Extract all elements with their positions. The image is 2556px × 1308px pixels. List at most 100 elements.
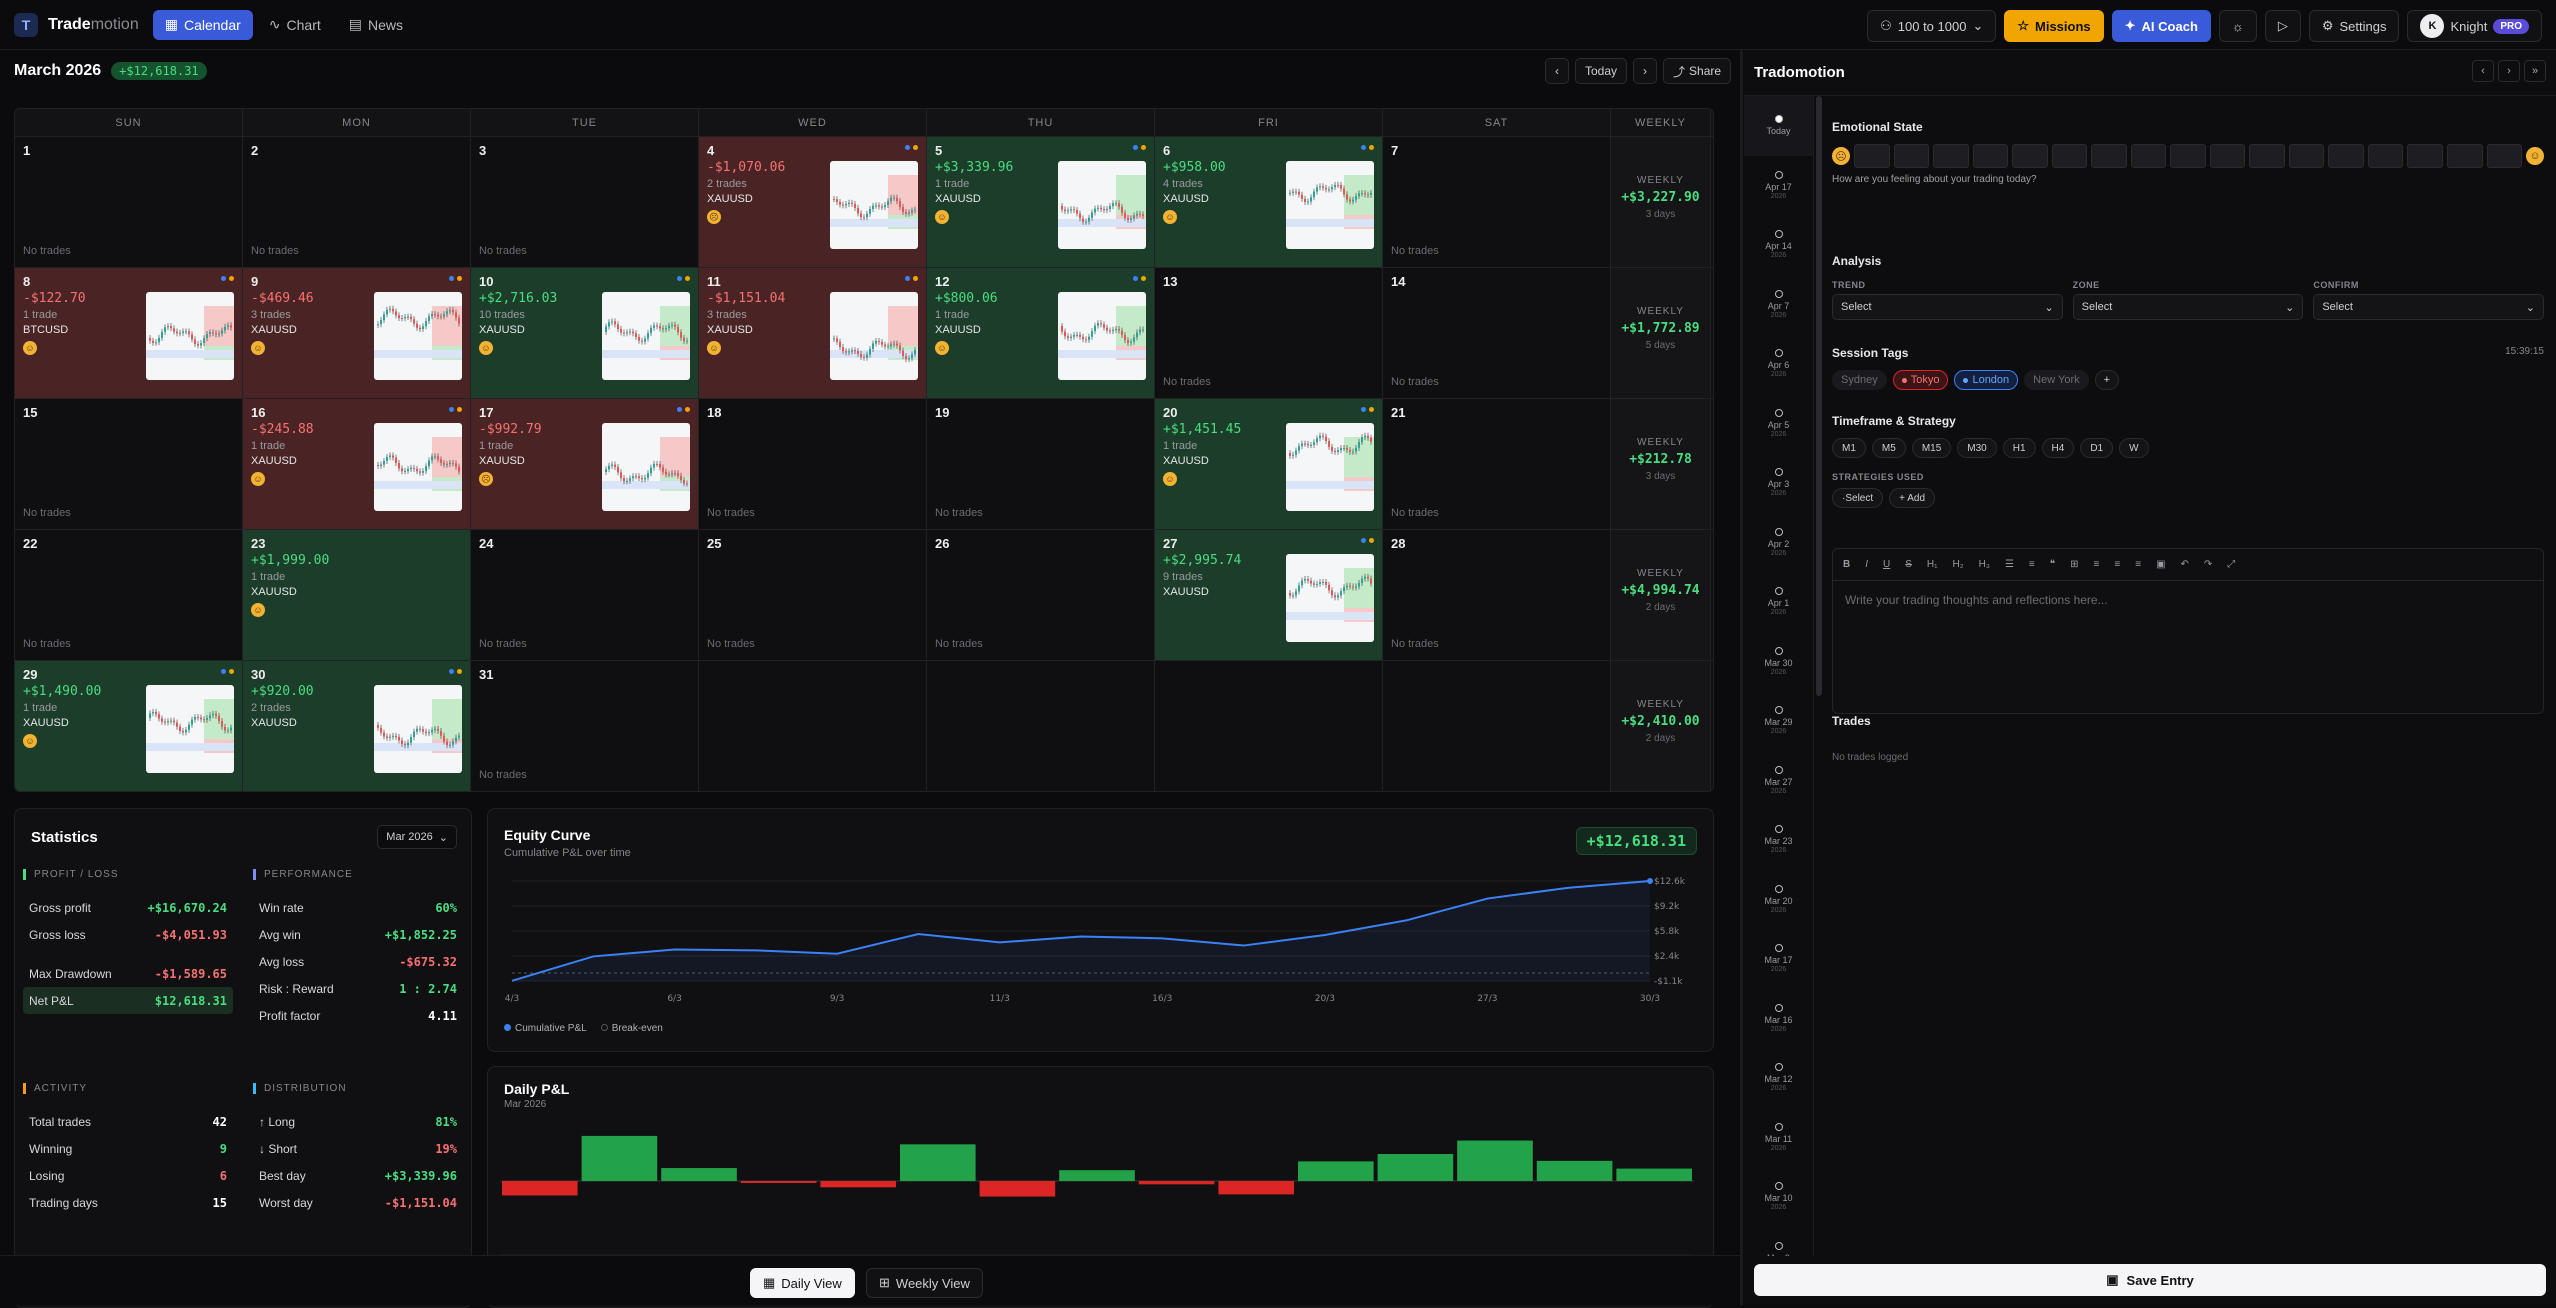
trade-thumbnail[interactable] [374, 423, 462, 511]
emotion-level[interactable] [2130, 144, 2167, 168]
add-strategy-button[interactable]: + Add [1889, 488, 1935, 508]
missions-button[interactable]: ☆ Missions [2004, 10, 2104, 42]
trade-thumbnail[interactable] [1058, 161, 1146, 249]
align-right-icon[interactable]: ≡ [2135, 559, 2141, 570]
image-icon[interactable]: ▣ [2156, 559, 2165, 570]
daily-bar[interactable] [979, 1181, 1056, 1197]
trade-thumbnail[interactable] [602, 292, 690, 380]
daily-bar[interactable] [1298, 1161, 1374, 1181]
emotion-level[interactable] [2446, 144, 2483, 168]
emotion-level[interactable] [1854, 144, 1890, 168]
weekly-summary[interactable]: WEEKLY +$2,410.00 2 days [1611, 661, 1711, 791]
heading2-icon[interactable]: H₂ [1953, 559, 1964, 570]
timeline-entry[interactable]: Apr 1 2026 [1744, 572, 1813, 632]
next-entry-button[interactable]: › [2498, 60, 2520, 82]
timeline-entry[interactable]: Mar 92026 [1744, 1227, 1813, 1256]
timeline-entry[interactable]: Apr 17 2026 [1744, 156, 1813, 216]
emotion-level[interactable] [2486, 144, 2523, 168]
timeframe-m5[interactable]: M5 [1871, 438, 1906, 458]
daily-bar[interactable] [1457, 1140, 1533, 1181]
day-cell-10[interactable]: 10 +$2,716.03 10 trades XAUUSD ☺ [471, 268, 699, 398]
day-cell-23[interactable]: 23 +$1,999.00 1 trade XAUUSD ☺ [243, 530, 471, 660]
session-tag-tokyo[interactable]: Tokyo [1892, 370, 1949, 390]
daily-bar[interactable] [740, 1181, 817, 1183]
timeline-entry[interactable]: Mar 23 2026 [1744, 810, 1813, 870]
day-cell-20[interactable]: 20 +$1,451.45 1 trade XAUUSD ☺ [1155, 399, 1383, 529]
trade-thumbnail[interactable] [146, 685, 234, 773]
day-cell-31[interactable]: 31 No trades [471, 661, 699, 791]
today-button[interactable]: Today [1575, 58, 1628, 84]
day-cell-27[interactable]: 27 +$2,995.74 9 trades XAUUSD [1155, 530, 1383, 660]
day-cell-13[interactable]: 13 No trades [1155, 268, 1383, 398]
emotion-level[interactable] [1893, 144, 1930, 168]
emotion-level[interactable] [2407, 144, 2443, 168]
timeline-entry[interactable]: Mar 10 2026 [1744, 1167, 1813, 1227]
notes-editor[interactable]: B I U S H₁ H₂ H₃ ☰ ≡ ❝ ⊞ ≡ ≡ ≡ ▣ ↶ ↷ ⤢ Write your tra… [1832, 548, 2544, 714]
daily-bar[interactable] [502, 1181, 578, 1196]
settings-button[interactable]: ⚙ Settings [2308, 10, 2400, 42]
daily-bar[interactable] [1377, 1154, 1454, 1181]
trade-thumbnail[interactable] [374, 292, 462, 380]
emotion-level[interactable] [2249, 144, 2285, 168]
day-cell-4[interactable]: 4 -$1,070.06 2 trades XAUUSD ☹ [699, 137, 927, 267]
play-button[interactable]: ▷ [2264, 10, 2301, 42]
weekly-summary[interactable]: WEEKLY +$212.78 3 days [1611, 399, 1711, 529]
emotion-level[interactable] [1933, 144, 1969, 168]
timeframe-m15[interactable]: M15 [1911, 438, 1952, 458]
trade-thumbnail[interactable] [1286, 554, 1374, 642]
trade-thumbnail[interactable] [830, 292, 918, 380]
emotion-level[interactable] [2091, 144, 2127, 168]
trade-thumbnail[interactable] [1058, 292, 1146, 380]
redo-icon[interactable]: ↷ [2204, 559, 2212, 570]
daily-bar[interactable] [1059, 1170, 1135, 1181]
heading1-icon[interactable]: H₁ [1927, 559, 1938, 570]
table-icon[interactable]: ⊞ [2070, 559, 2078, 570]
collapse-panel-button[interactable]: » [2524, 60, 2546, 82]
emotion-level[interactable] [2012, 144, 2048, 168]
daily-bar[interactable] [581, 1135, 658, 1181]
day-cell-19[interactable]: 19 No trades [927, 399, 1155, 529]
day-cell-14[interactable]: 14 No trades [1383, 268, 1611, 398]
ordered-list-icon[interactable]: ≡ [2029, 559, 2035, 570]
timeline-entry[interactable]: Mar 27 2026 [1744, 751, 1813, 811]
daily-bar[interactable] [1138, 1181, 1215, 1185]
timeline-entry[interactable]: Mar 17 2026 [1744, 929, 1813, 989]
timeline-entry[interactable]: Mar 16 2026 [1744, 989, 1813, 1049]
emotion-level[interactable] [2328, 144, 2364, 168]
emotion-scale[interactable]: ☹ ☺ [1832, 144, 2545, 168]
day-cell-11[interactable]: 11 -$1,151.04 3 trades XAUUSD ☺ [699, 268, 927, 398]
day-cell-5[interactable]: 5 +$3,339.96 1 trade XAUUSD ☺ [927, 137, 1155, 267]
heading3-icon[interactable]: H₃ [1979, 559, 1990, 570]
timeline-entry[interactable]: Apr 7 2026 [1744, 275, 1813, 335]
timeline-entry[interactable]: Mar 30 2026 [1744, 632, 1813, 692]
timeframe-m30[interactable]: M30 [1957, 438, 1997, 458]
nav-news[interactable]: ▤ News [337, 10, 415, 40]
day-cell-30[interactable]: 30 +$920.00 2 trades XAUUSD [243, 661, 471, 791]
confirm-select[interactable]: Select ⌄ [2313, 294, 2545, 320]
session-tag--[interactable]: + [2094, 370, 2120, 390]
timeline-entry[interactable]: Apr 2 2026 [1744, 513, 1813, 573]
day-cell-21[interactable]: 21 No trades [1383, 399, 1611, 529]
underline-icon[interactable]: U [1883, 559, 1890, 570]
share-button[interactable]: ⤴ Share [1663, 58, 1732, 84]
day-cell-12[interactable]: 12 +$800.06 1 trade XAUUSD ☺ [927, 268, 1155, 398]
daily-bar[interactable] [1218, 1181, 1294, 1195]
day-cell-26[interactable]: 26 No trades [927, 530, 1155, 660]
panel-divider[interactable] [1740, 50, 1743, 1305]
timeline-scrollbar[interactable] [1816, 96, 1822, 696]
daily-bar[interactable] [820, 1181, 896, 1188]
timeline-entry[interactable]: Apr 14 2026 [1744, 215, 1813, 275]
timeframe-h1[interactable]: H1 [2002, 438, 2036, 458]
daily-view-button[interactable]: ▦ Daily View [750, 1268, 855, 1298]
day-cell-18[interactable]: 18 No trades [699, 399, 927, 529]
day-cell-1[interactable]: 1 No trades [15, 137, 243, 267]
next-month-button[interactable]: › [1633, 58, 1658, 84]
undo-icon[interactable]: ↶ [2181, 559, 2189, 570]
day-cell-3[interactable]: 3 No trades [471, 137, 699, 267]
weekly-summary[interactable]: WEEKLY +$1,772.89 5 days [1611, 268, 1711, 398]
emotion-level[interactable] [2288, 144, 2325, 168]
day-cell-22[interactable]: 22 No trades [15, 530, 243, 660]
strike-icon[interactable]: S [1905, 559, 1912, 570]
timeline-entry[interactable]: Mar 11 2026 [1744, 1108, 1813, 1168]
day-cell-6[interactable]: 6 +$958.00 4 trades XAUUSD ☺ [1155, 137, 1383, 267]
